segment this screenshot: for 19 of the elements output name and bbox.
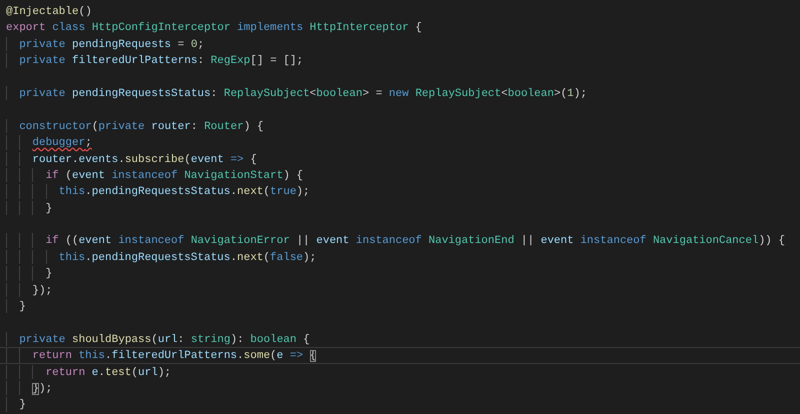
code-line: constructor(private router: Router) { (19, 120, 264, 134)
code-line: }); (32, 284, 52, 298)
code-line: @Injectable() (6, 5, 92, 18)
code-line: if ((event instanceof NavigationError || event instanceof NavigationEnd || event instanceof NavigationCancel)) { (46, 234, 785, 248)
code-line: router.events.subscribe(event => { (32, 152, 257, 166)
code-line: private filteredUrlPatterns: RegExp[] = []; (19, 54, 304, 68)
code-line: debugger; (32, 136, 92, 150)
code-line: } (19, 300, 26, 314)
code-line: } (46, 202, 52, 216)
code-line: private pendingRequests = 0; (19, 38, 204, 52)
code-line: this.pendingRequestsStatus.next(true); (58, 185, 310, 199)
code-line: if (event instanceof NavigationStart) { (46, 168, 304, 182)
code-line: export class HttpConfigInterceptor implements HttpInterceptor { (6, 21, 422, 35)
code-line: private shouldBypass(url: string): boolean { (19, 332, 310, 346)
code-line: } (46, 267, 52, 281)
code-line: return e.test(url); (46, 366, 172, 379)
code-line: } (19, 398, 26, 412)
code-line: private pendingRequestsStatus: ReplaySubject<boolean> = new ReplaySubject<boolean>(1); (19, 86, 587, 100)
code-line: this.pendingRequestsStatus.next(false); (58, 250, 316, 264)
